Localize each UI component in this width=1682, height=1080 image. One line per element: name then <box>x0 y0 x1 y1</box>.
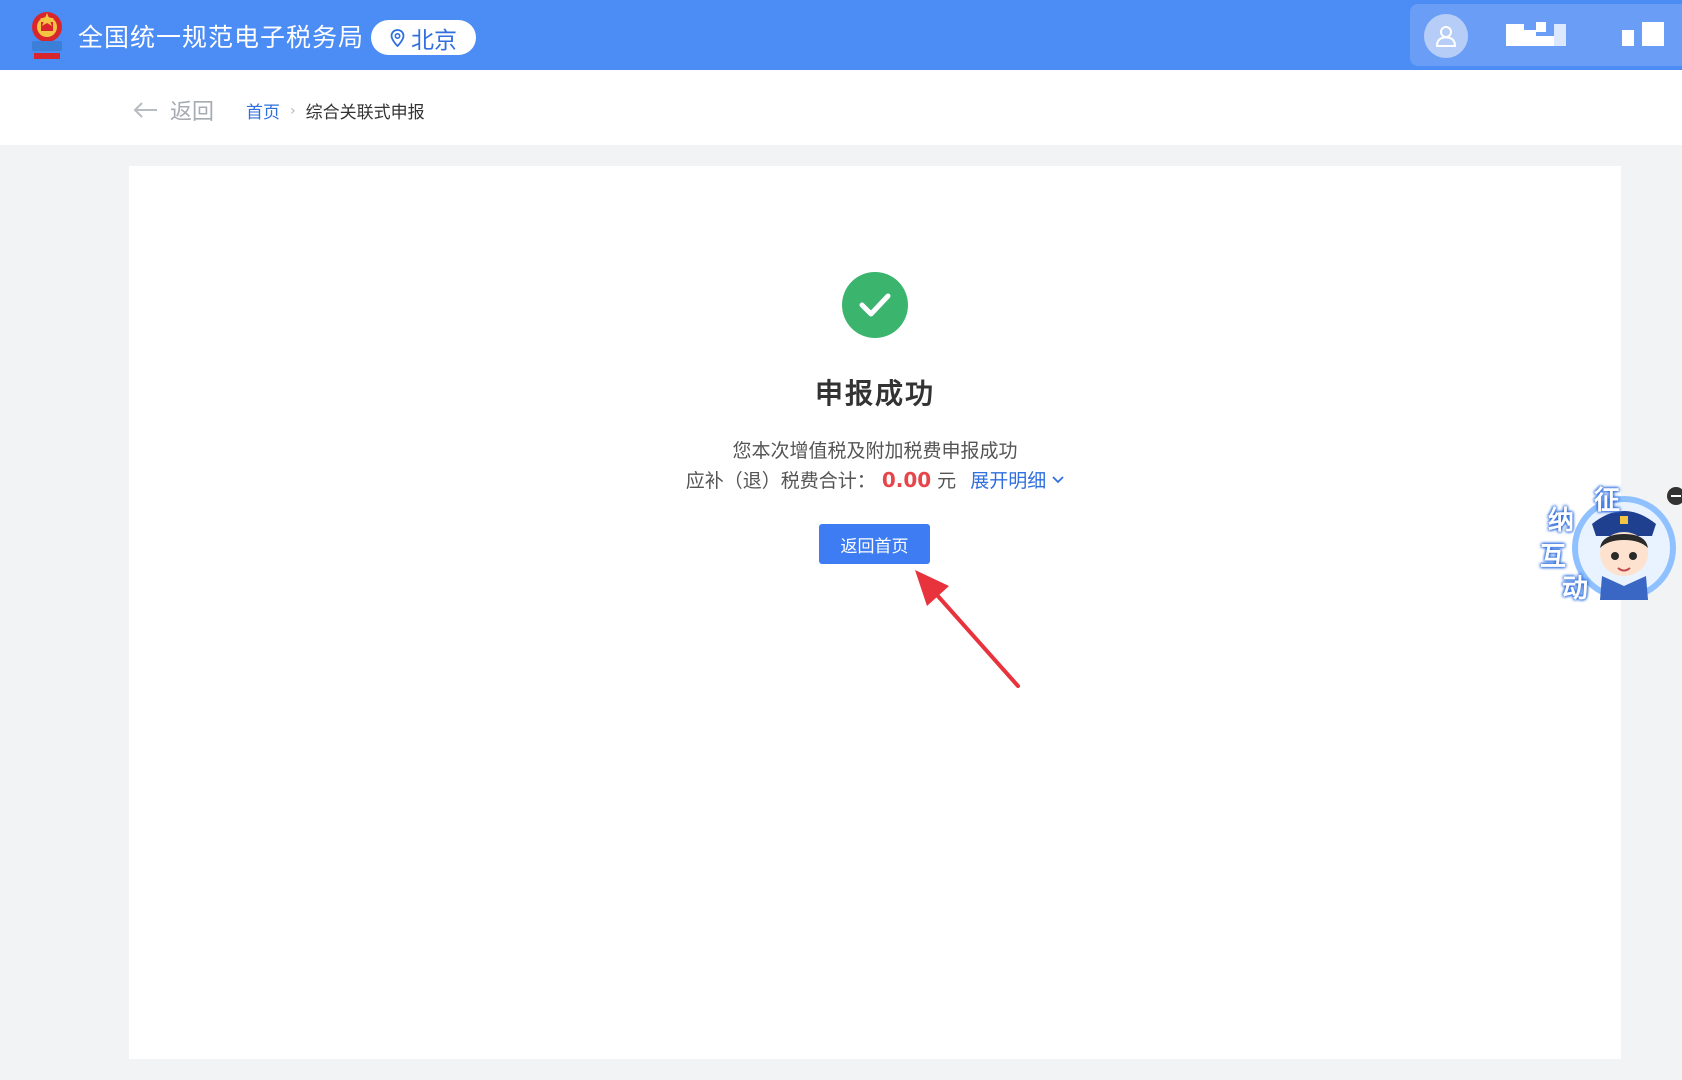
tax-total-line: 应补（退）税费合计： 0.00 元 展开明细 <box>129 466 1621 493</box>
location-pin-icon <box>390 28 405 47</box>
chevron-down-icon <box>1052 475 1064 483</box>
check-circle-icon <box>842 272 908 338</box>
back-label: 返回 <box>170 100 215 125</box>
expand-details-link[interactable]: 展开明细 <box>970 466 1064 493</box>
national-emblem-icon <box>32 12 62 59</box>
breadcrumb-separator: › <box>290 102 296 119</box>
breadcrumb-home-link[interactable]: 首页 <box>246 98 280 123</box>
expand-details-label: 展开明细 <box>970 470 1047 492</box>
breadcrumb-bar: 返回 首页 › 综合关联式申报 <box>0 70 1682 145</box>
location-selector[interactable]: 北京 <box>371 20 476 55</box>
tax-total-label: 应补（退）税费合计： <box>685 470 876 492</box>
breadcrumb-current: 综合关联式申报 <box>305 103 425 123</box>
tax-total-amount: 0.00 <box>881 468 932 492</box>
annotation-arrow-icon <box>915 570 1020 688</box>
return-home-button[interactable]: 返回首页 <box>819 524 930 564</box>
location-label: 北京 <box>411 27 457 54</box>
user-menu[interactable] <box>1410 4 1682 66</box>
user-name-redacted <box>1506 22 1666 48</box>
assistant-label-char: 纳 <box>1548 506 1575 536</box>
result-title: 申报成功 <box>814 377 935 410</box>
site-title: 全国统一规范电子税务局 <box>78 23 365 52</box>
back-button[interactable]: 返回 <box>132 94 214 126</box>
result-card: 申报成功 您本次增值税及附加税费申报成功 应补（退）税费合计： 0.00 元 展… <box>129 166 1621 1059</box>
tax-total-unit: 元 <box>937 470 957 492</box>
assistant-label-char: 征 <box>1594 486 1621 516</box>
arrow-left-icon <box>133 102 157 118</box>
assistant-close-button[interactable] <box>1667 487 1682 505</box>
assistant-label-char: 动 <box>1562 574 1589 604</box>
breadcrumb: 首页 › 综合关联式申报 <box>246 98 425 124</box>
result-description: 您本次增值税及附加税费申报成功 <box>732 440 1018 462</box>
top-header: 全国统一规范电子税务局 北京 <box>0 0 1682 70</box>
user-avatar-icon <box>1424 14 1468 58</box>
tax-assistant-widget[interactable]: 征 纳 互 动 <box>1536 478 1676 608</box>
